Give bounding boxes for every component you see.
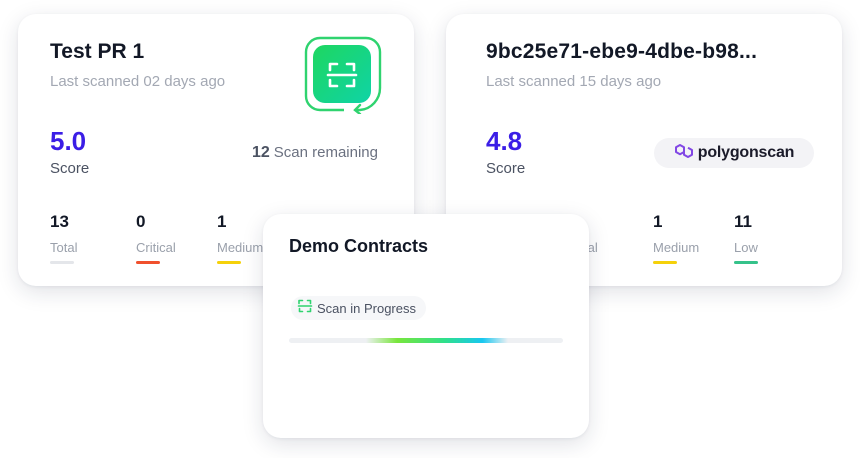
- scan-status-text: Scan in Progress: [317, 300, 416, 316]
- scan-frame-icon: [297, 298, 313, 319]
- stat-critical: 0 Critical: [136, 212, 206, 264]
- scan-remaining-label: Scan remaining: [273, 144, 378, 161]
- stat-value: 1: [653, 212, 663, 231]
- chain-name: polygonscan: [697, 144, 795, 161]
- dashboard-stage: Test PR 1 Last scanned 02 days ago 5.0 S…: [0, 0, 860, 458]
- demo-title: Demo Contracts: [289, 236, 429, 256]
- scan-progress-fill: [365, 338, 509, 343]
- stat-value: 13: [50, 212, 69, 231]
- stat-total: 13 Total: [50, 212, 120, 264]
- demo-contracts-card[interactable]: Demo Contracts Scan in Progress: [263, 214, 589, 438]
- score-label: Score: [486, 160, 526, 177]
- stat-label: Medium: [653, 240, 700, 255]
- stat-label: Critical: [136, 240, 176, 255]
- scan-status-chip: Scan in Progress: [291, 296, 426, 320]
- last-scanned-text: Last scanned 02 days ago: [50, 73, 226, 90]
- scan-badge-icon[interactable]: [304, 36, 382, 116]
- stat-low: 11 Low: [734, 212, 804, 264]
- stat-medium: 1 Medium: [653, 212, 723, 264]
- scan-remaining-count: 12: [251, 144, 270, 161]
- stat-bar: [734, 261, 758, 264]
- stat-value: 11: [734, 212, 752, 231]
- scan-progress-bar: [289, 338, 563, 343]
- project-title: Test PR 1: [50, 40, 145, 63]
- stat-value: 0: [136, 212, 146, 231]
- stat-bar: [217, 261, 241, 264]
- stat-label: Low: [734, 240, 758, 255]
- stat-bar: [50, 261, 74, 264]
- score-label: Score: [50, 160, 90, 177]
- project-title: 9bc25e71-ebe9-4dbe-b98...: [486, 40, 758, 63]
- scan-remaining: 12 Scan remaining: [252, 144, 378, 162]
- stat-bar: [653, 261, 677, 264]
- stat-bar: [136, 261, 160, 264]
- chain-badge: polygonscan: [654, 138, 814, 168]
- polygon-logo-icon: [674, 142, 694, 165]
- score-value: 5.0: [50, 126, 87, 156]
- score-value: 4.8: [486, 126, 523, 156]
- last-scanned-text: Last scanned 15 days ago: [486, 73, 662, 90]
- stat-label: Total: [50, 240, 78, 255]
